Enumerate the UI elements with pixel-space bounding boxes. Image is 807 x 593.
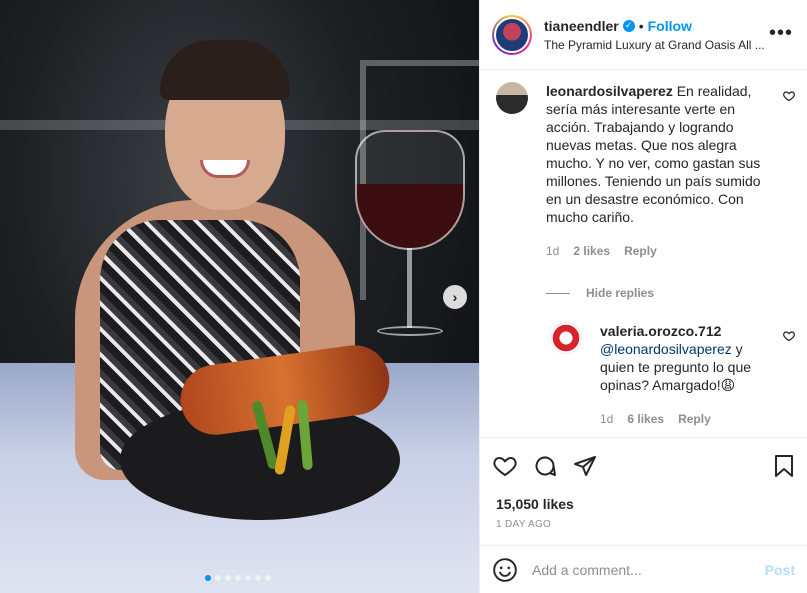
hair	[160, 40, 290, 100]
carousel-dot	[255, 575, 261, 581]
reply-likes[interactable]: 6 likes	[627, 410, 664, 428]
post-photo[interactable]: ›	[0, 0, 479, 593]
comment-text: En realidad, sería más interesante verte…	[546, 83, 761, 225]
next-slide-button[interactable]: ›	[443, 285, 467, 309]
post-side-panel: tianeendler ✓ • Follow The Pyramid Luxur…	[479, 0, 807, 593]
like-reply-heart-icon[interactable]	[783, 330, 795, 342]
bookmark-icon	[775, 455, 793, 477]
comment-input[interactable]	[532, 561, 765, 578]
reply-age: 1d	[600, 412, 614, 426]
comment-likes[interactable]: 2 likes	[573, 242, 610, 260]
vegetables	[250, 399, 340, 476]
hide-replies-toggle[interactable]: Hide replies	[546, 286, 795, 300]
comment-age: 1d	[546, 244, 560, 258]
commenter-avatar[interactable]	[496, 82, 528, 114]
heart-icon	[493, 456, 517, 476]
comment: leonardosilvaperez En realidad, sería má…	[496, 82, 795, 260]
author-username[interactable]: tianeendler	[544, 18, 619, 34]
paper-plane-icon	[574, 455, 596, 476]
carousel-dot	[225, 575, 231, 581]
share-button[interactable]	[572, 453, 598, 479]
save-button[interactable]	[771, 453, 797, 479]
comments-list: leonardosilvaperez En realidad, sería má…	[480, 70, 807, 437]
post-timestamp[interactable]: 1 DAY AGO	[480, 515, 807, 545]
reply-comment: valeria.orozco.712 @leonardosilvaperez y…	[550, 322, 795, 428]
commenter-username[interactable]: leonardosilvaperez	[546, 83, 673, 99]
reply-button[interactable]: Reply	[678, 410, 711, 428]
mention-link[interactable]: @leonardosilvaperez	[600, 341, 732, 357]
post-actions	[480, 437, 807, 493]
post-header: tianeendler ✓ • Follow The Pyramid Luxur…	[480, 0, 807, 70]
add-comment-bar: Post	[480, 545, 807, 593]
comment-bubble-icon	[535, 455, 556, 476]
author-avatar[interactable]	[492, 14, 532, 55]
carousel-dot	[235, 575, 241, 581]
replier-avatar[interactable]	[550, 322, 582, 354]
post-location[interactable]: The Pyramid Luxury at Grand Oasis All ..…	[544, 38, 774, 52]
post-comment-button[interactable]: Post	[765, 562, 795, 578]
comment-button[interactable]	[532, 453, 558, 479]
wine-glass	[355, 130, 465, 345]
instagram-post-modal: › tianeendler ✓ • Follow The Pyramid Lux…	[0, 0, 807, 593]
carousel-dot	[205, 575, 211, 581]
carousel-dot	[265, 575, 271, 581]
more-options-icon[interactable]: •••	[769, 22, 793, 45]
carousel-dot	[215, 575, 221, 581]
carousel-dot	[245, 575, 251, 581]
replier-username[interactable]: valeria.orozco.712	[600, 323, 721, 339]
like-count[interactable]: 15,050 likes	[480, 493, 807, 515]
follow-button[interactable]: Follow	[648, 18, 692, 34]
chevron-right-icon: ›	[452, 289, 458, 305]
like-comment-heart-icon[interactable]	[783, 90, 795, 102]
reply-button[interactable]: Reply	[624, 242, 657, 260]
carousel-dots	[205, 575, 271, 581]
like-button[interactable]	[492, 453, 518, 479]
emoji-icon[interactable]	[492, 557, 518, 583]
verified-badge-icon: ✓	[622, 19, 635, 32]
